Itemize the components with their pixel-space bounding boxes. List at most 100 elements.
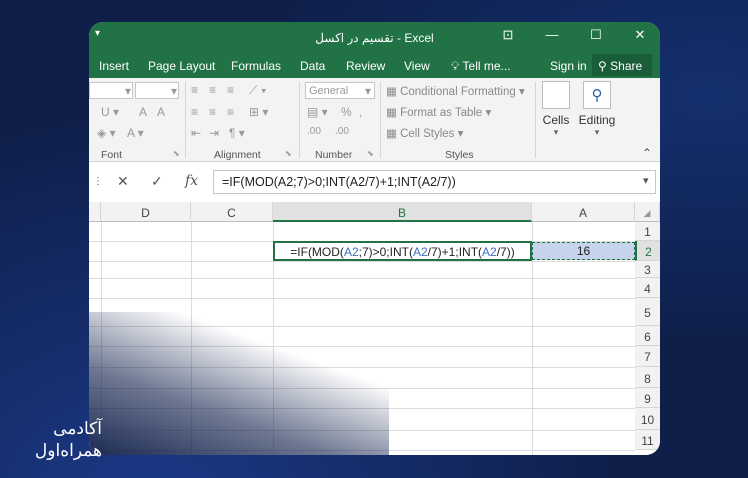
group-separator xyxy=(380,82,381,158)
expand-formula-bar-icon[interactable]: ▾ xyxy=(643,174,649,187)
align-left-icon[interactable]: ≡ xyxy=(191,105,198,119)
tell-me-box[interactable]: 💡︎ Tell me... xyxy=(451,59,511,74)
row-header-7[interactable]: 7 xyxy=(635,346,660,367)
decrease-decimal-icon[interactable]: .00 xyxy=(335,126,349,137)
cancel-icon[interactable]: ✕ xyxy=(117,173,129,190)
grid-line xyxy=(89,261,635,262)
cells-label: Cells xyxy=(542,113,570,127)
conditional-formatting-button[interactable]: ▦ Conditional Formatting ▾ xyxy=(386,84,525,98)
underline-icon[interactable]: U ▾ xyxy=(101,105,119,119)
tab-view[interactable]: View xyxy=(404,59,430,73)
insert-function-icon[interactable]: fx xyxy=(185,173,198,189)
close-icon[interactable]: ✕ xyxy=(628,27,652,43)
share-button[interactable]: ⚲ Share xyxy=(592,54,652,76)
row-header-1[interactable]: 1 xyxy=(635,222,660,241)
cell-styles-label: Cell Styles xyxy=(400,128,455,140)
dialog-launcher-icon[interactable]: ⬊ xyxy=(285,149,292,158)
increase-indent-icon[interactable]: ⇥ xyxy=(209,126,219,140)
chevron-down-icon: ▾ xyxy=(553,127,559,137)
merge-cells-icon[interactable]: ⊞ ▾ xyxy=(249,105,268,119)
sign-in-link[interactable]: Sign in xyxy=(550,59,587,73)
editing-button[interactable]: ⚲ Editing ▾ xyxy=(577,81,617,138)
cell-styles-button[interactable]: ▦ Cell Styles ▾ xyxy=(386,126,463,140)
increase-decimal-icon[interactable]: .00 xyxy=(307,126,321,137)
conditional-formatting-icon: ▦ xyxy=(386,86,397,98)
row-header-8[interactable]: 8 xyxy=(635,367,660,388)
logo-line-1: آکادمی xyxy=(53,419,102,439)
row-header-10[interactable]: 10 xyxy=(635,408,660,430)
chevron-down-icon: ▾ xyxy=(171,84,178,98)
row-header-5[interactable]: 5 xyxy=(635,298,660,326)
grid-line xyxy=(89,346,635,347)
enter-icon[interactable]: ✓ xyxy=(151,173,163,190)
text-direction-icon[interactable]: ¶ ▾ xyxy=(229,126,245,140)
formula-input[interactable]: =IF(MOD(A2;7)>0;INT(A2/7)+1;INT(A2/7)) xyxy=(213,170,656,194)
chevron-down-icon: ▾ xyxy=(125,84,132,98)
collapse-ribbon-icon[interactable]: ⌃ xyxy=(642,146,652,160)
decrease-font-icon[interactable]: A xyxy=(157,105,165,119)
minimize-icon[interactable]: — xyxy=(540,27,564,42)
drag-handle-icon[interactable]: ⋮ xyxy=(93,176,103,187)
tab-review[interactable]: Review xyxy=(346,59,385,73)
grid-line xyxy=(89,430,635,431)
format-as-table-button[interactable]: ▦ Format as Table ▾ xyxy=(386,105,491,119)
cell-b2-editing[interactable]: =IF(MOD(A2;7)>0;INT(A2/7)+1;INT(A2/7)) xyxy=(273,241,532,261)
brand-logo: آکادمی همراه‌اول xyxy=(18,418,102,462)
format-as-table-label: Format as Table xyxy=(400,107,483,119)
column-header-b[interactable]: B xyxy=(273,202,532,222)
column-header-c[interactable]: C xyxy=(191,202,273,222)
align-bottom-icon[interactable]: ≡ xyxy=(227,83,234,97)
tell-me-label: Tell me... xyxy=(462,59,511,73)
chevron-down-icon: ▾ xyxy=(365,84,372,98)
tab-insert[interactable]: Insert xyxy=(99,59,129,73)
cell-styles-icon: ▦ xyxy=(386,128,397,140)
currency-icon[interactable]: ▤ ▾ xyxy=(307,105,328,119)
row-header-3[interactable]: 3 xyxy=(635,261,660,278)
share-label: Share xyxy=(610,59,643,73)
dialog-launcher-icon[interactable]: ⬊ xyxy=(173,149,180,158)
ribbon-display-icon[interactable]: ⊡ xyxy=(496,27,520,43)
tab-data[interactable]: Data xyxy=(300,59,325,73)
grid-line xyxy=(89,326,635,327)
font-color-icon[interactable]: A ▾ xyxy=(127,126,144,140)
title-bar: ▾ تقسيم در اكسل - Excel ⊡ — ☐ ✕ xyxy=(89,22,660,52)
decrease-indent-icon[interactable]: ⇤ xyxy=(191,126,201,140)
fill-color-icon[interactable]: ◈ ▾ xyxy=(97,126,116,140)
orientation-icon[interactable]: ⟋ ▾ xyxy=(249,83,267,98)
formula-reference: A2 xyxy=(482,245,497,259)
row-header-2[interactable]: 2 xyxy=(635,241,660,261)
formula-part: /7)+1;INT( xyxy=(427,245,483,259)
increase-font-icon[interactable]: A xyxy=(139,105,147,119)
column-header-a[interactable]: A xyxy=(532,202,635,222)
dialog-launcher-icon[interactable]: ⬊ xyxy=(367,149,374,158)
grid-line xyxy=(89,278,635,279)
worksheet-grid: D C B A ◢ 1 2 3 4 5 6 7 8 9 10 11 16 =IF… xyxy=(89,202,660,455)
format-as-table-icon: ▦ xyxy=(386,107,397,119)
formula-reference: A2 xyxy=(343,245,359,259)
person-icon: ⚲ xyxy=(598,59,607,73)
align-right-icon[interactable]: ≡ xyxy=(227,105,234,119)
maximize-icon[interactable]: ☐ xyxy=(584,27,608,43)
formula-reference: A2 xyxy=(412,245,428,259)
tab-formulas[interactable]: Formulas xyxy=(231,59,281,73)
formula-bar: ⋮ ✕ ✓ fx =IF(MOD(A2;7)>0;INT(A2/7)+1;INT… xyxy=(89,170,660,194)
align-top-icon[interactable]: ≡ xyxy=(191,83,198,97)
percent-icon[interactable]: % xyxy=(341,105,352,119)
cells-button[interactable]: Cells ▾ xyxy=(539,81,573,138)
group-separator xyxy=(535,82,536,158)
cell-a2[interactable]: 16 xyxy=(532,242,635,260)
row-header-11[interactable]: 11 xyxy=(635,430,660,450)
row-header-4[interactable]: 4 xyxy=(635,278,660,298)
comma-style-icon[interactable]: , xyxy=(359,105,362,119)
align-middle-icon[interactable]: ≡ xyxy=(209,83,216,97)
styles-group-label: Styles xyxy=(445,149,474,161)
column-header-d[interactable]: D xyxy=(101,202,191,222)
select-all-icon[interactable]: ◢ xyxy=(635,202,660,222)
group-separator xyxy=(185,82,186,158)
grid-line xyxy=(191,222,192,455)
font-group-label: Font xyxy=(101,149,123,161)
align-center-icon[interactable]: ≡ xyxy=(209,105,216,119)
row-header-9[interactable]: 9 xyxy=(635,388,660,408)
tab-page-layout[interactable]: Page Layout xyxy=(148,59,215,73)
row-header-6[interactable]: 6 xyxy=(635,326,660,346)
